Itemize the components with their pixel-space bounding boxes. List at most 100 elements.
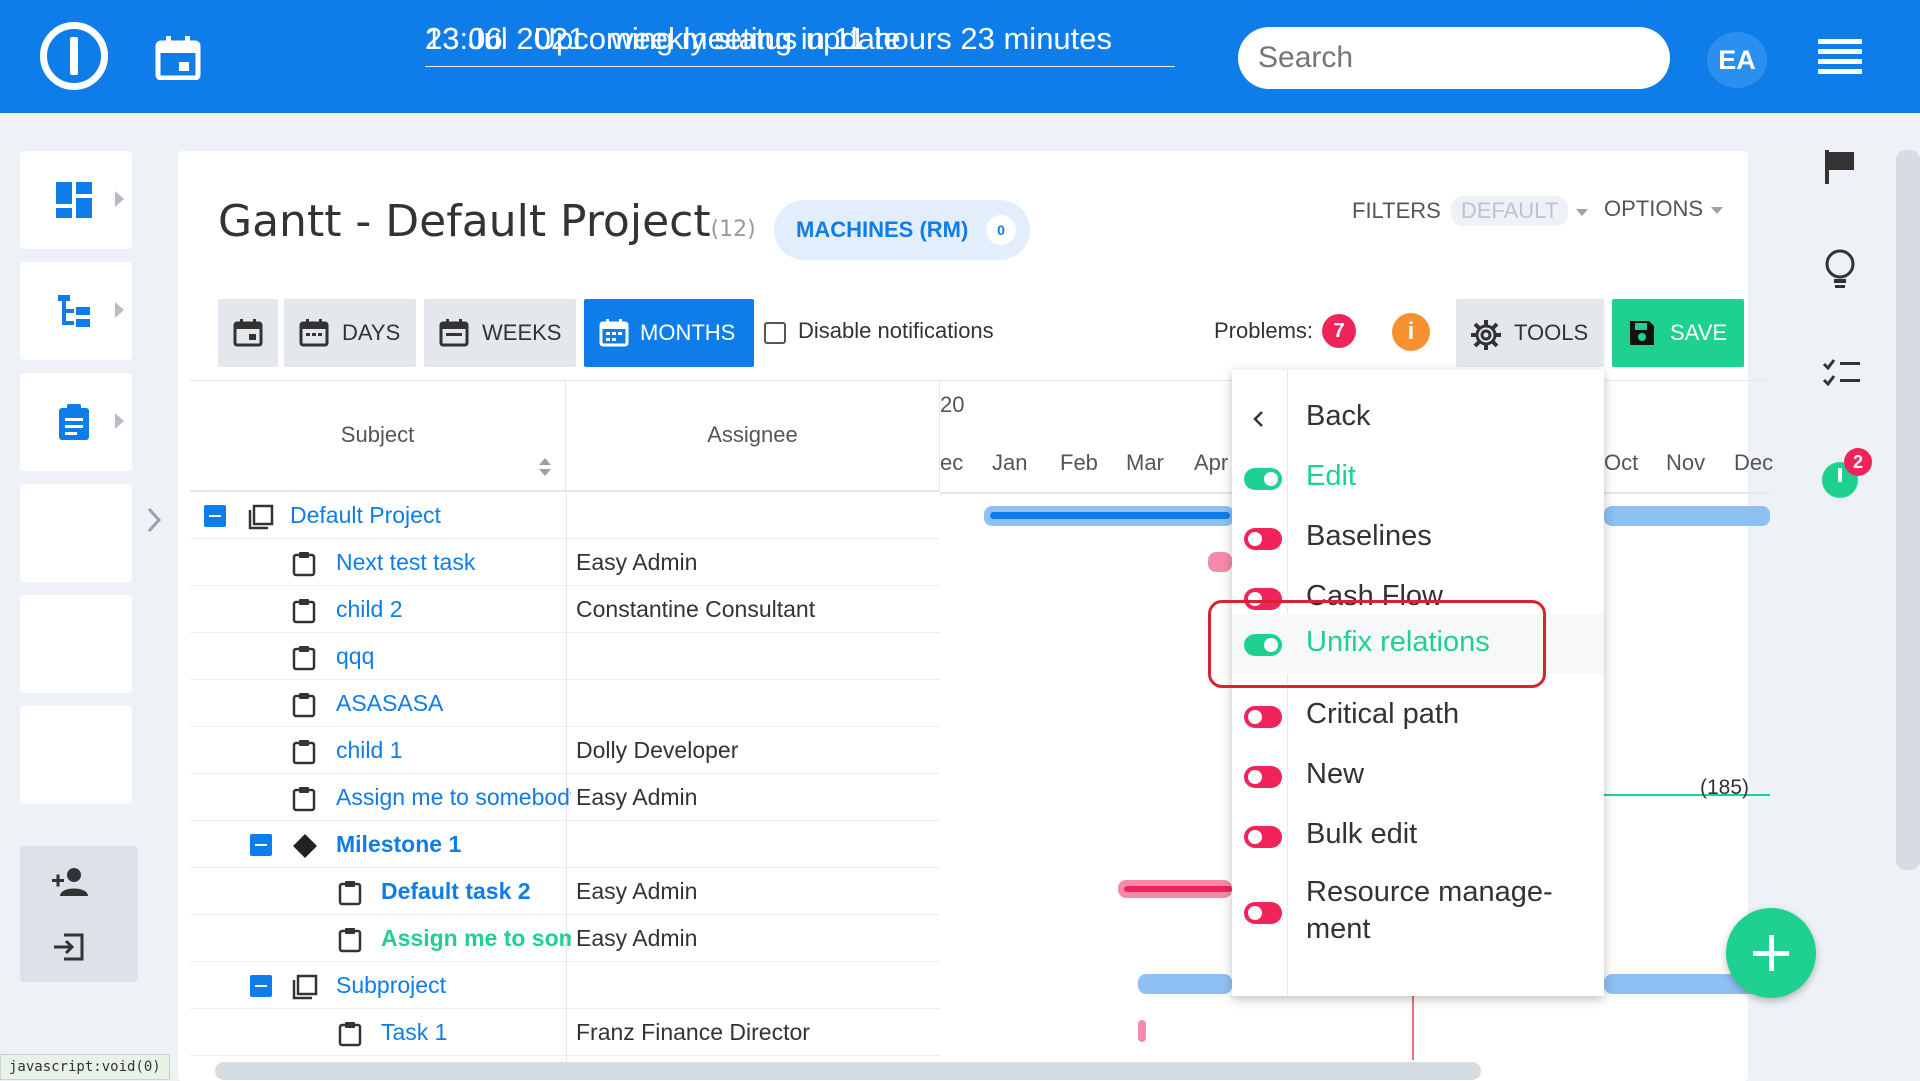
collapse-icon[interactable] [250,834,272,856]
search-input[interactable] [1238,27,1670,89]
gantt-bar-task[interactable] [1138,1020,1146,1042]
collapse-icon[interactable] [250,975,272,997]
table-row[interactable]: Next test task Easy Admin [190,539,940,586]
machines-count-badge: 0 [986,215,1016,245]
expand-sidebar-icon[interactable] [146,506,162,534]
table-row[interactable]: Task 1 Franz Finance Director [190,1009,940,1056]
row-assignee: Constantine Consultant [576,596,816,622]
row-subject[interactable]: Next test task [336,539,571,586]
menu-item-bulk-edit[interactable]: Bulk edit [1232,808,1604,866]
column-header-subject[interactable]: Subject [190,380,566,492]
horizontal-scrollbar[interactable] [215,1062,1481,1080]
menu-item-resource-management[interactable]: Resource manage-ment [1232,868,1604,958]
table-row[interactable]: Assign me to somebody Easy Admin [190,915,940,962]
row-subject[interactable]: Task 1 [381,1009,571,1056]
row-assignee: Easy Admin [576,549,698,575]
table-row[interactable]: ASASASA [190,680,940,727]
row-subject[interactable]: Default Project [290,492,441,539]
column-header-assignee[interactable]: Assignee [566,380,940,492]
sidebar-actions [20,846,138,982]
toggle-switch[interactable] [1244,706,1282,728]
task-icon [338,1022,362,1047]
sidebar-item-empty[interactable] [20,484,132,582]
menu-item-baselines[interactable]: Baselines [1232,510,1604,568]
days-label: DAYS [342,320,401,345]
timeline-month: Mar [1126,450,1164,475]
app-logo[interactable] [40,22,108,90]
row-subject[interactable]: qqq [336,633,571,680]
row-assignee: Easy Admin [576,878,698,904]
machines-filter-button[interactable]: MACHINES (RM) 0 [774,200,1030,260]
tools-button[interactable]: TOOLS [1456,299,1604,367]
problems-count-badge[interactable]: 7 [1322,314,1356,348]
row-subject[interactable]: Milestone 1 [336,821,571,868]
timer-button[interactable]: 2 [1822,448,1872,504]
menu-item-edit[interactable]: Edit [1232,450,1604,508]
machines-label: MACHINES (RM) [796,217,969,242]
toggle-switch[interactable] [1244,826,1282,848]
menu-item-new[interactable]: New [1232,748,1604,806]
row-subject[interactable]: ASASASA [336,680,571,727]
row-subject[interactable]: Default task 2 [381,868,571,915]
months-button[interactable]: MONTHS [584,299,754,367]
collapse-icon[interactable] [204,505,226,527]
sort-icon[interactable] [538,456,552,478]
toggle-switch[interactable] [1244,468,1282,490]
row-assignee: Easy Admin [576,784,698,810]
task-icon [338,928,362,953]
days-button[interactable]: DAYS [284,299,416,367]
flag-icon[interactable] [1822,148,1858,186]
gantt-bar-project[interactable] [1604,506,1770,526]
options-label: OPTIONS [1604,196,1704,221]
lightbulb-icon[interactable] [1822,248,1858,290]
table-row[interactable]: Default task 2 Easy Admin [190,868,940,915]
table-row[interactable]: Assign me to somebody Easy Admin [190,774,940,821]
row-subject[interactable]: Assign me to somebody [336,774,571,821]
row-subject[interactable]: child 1 [336,727,571,774]
weeks-button[interactable]: WEEKS [424,299,576,367]
sidebar-item-hierarchy[interactable] [20,262,132,360]
sidebar-item-empty[interactable] [20,706,132,804]
toggle-switch[interactable] [1244,766,1282,788]
row-subject[interactable]: Assign me to somebody [381,915,571,962]
table-row[interactable]: child 2 Constantine Consultant [190,586,940,633]
menu-item-back[interactable]: Back [1232,390,1604,448]
save-button[interactable]: SAVE [1612,299,1744,367]
menu-item-critical-path[interactable]: Critical path [1232,688,1604,746]
add-floating-button[interactable] [1726,908,1816,998]
menu-item-label: Edit [1306,460,1356,492]
table-row[interactable]: child 1 Dolly Developer [190,727,940,774]
hamburger-menu-icon[interactable] [1818,39,1862,74]
menu-item-label: Bulk edit [1306,818,1418,850]
today-button[interactable] [218,299,278,367]
clipboard-icon [59,404,89,440]
row-assignee: Dolly Developer [576,737,739,763]
toggle-switch[interactable] [1244,528,1282,550]
checklist-icon[interactable] [1822,358,1862,388]
sidebar-item-empty[interactable] [20,595,132,693]
filters-dropdown[interactable]: FILTERS DEFAULT [1352,196,1589,226]
weeks-label: WEEKS [482,320,562,345]
page-scrollbar[interactable] [1896,150,1920,870]
task-icon [292,787,316,812]
disable-notifications-label[interactable]: Disable notifications [798,318,994,344]
disable-notifications-checkbox[interactable] [764,322,786,344]
row-subject[interactable]: child 2 [336,586,571,633]
gantt-bar-task[interactable] [1208,552,1232,572]
gantt-bar-subproject[interactable] [1138,974,1232,994]
calendar-icon[interactable] [155,36,201,80]
sign-in-icon[interactable] [52,932,86,962]
table-row[interactable]: Default Project [190,492,940,539]
avatar[interactable]: EA [1707,32,1767,88]
add-user-icon[interactable] [50,866,90,898]
table-row[interactable]: Milestone 1 [190,821,940,868]
options-dropdown[interactable]: OPTIONS [1604,196,1724,222]
timeline-annotation: (185) [1700,776,1750,799]
sidebar-item-dashboard[interactable] [20,151,132,249]
table-row[interactable]: Subproject [190,962,940,1009]
info-icon[interactable]: i [1392,313,1430,351]
sidebar-item-tasks[interactable] [20,373,132,471]
table-row[interactable]: qqq [190,633,940,680]
toggle-switch[interactable] [1244,902,1282,924]
row-subject[interactable]: Subproject [336,962,571,1009]
